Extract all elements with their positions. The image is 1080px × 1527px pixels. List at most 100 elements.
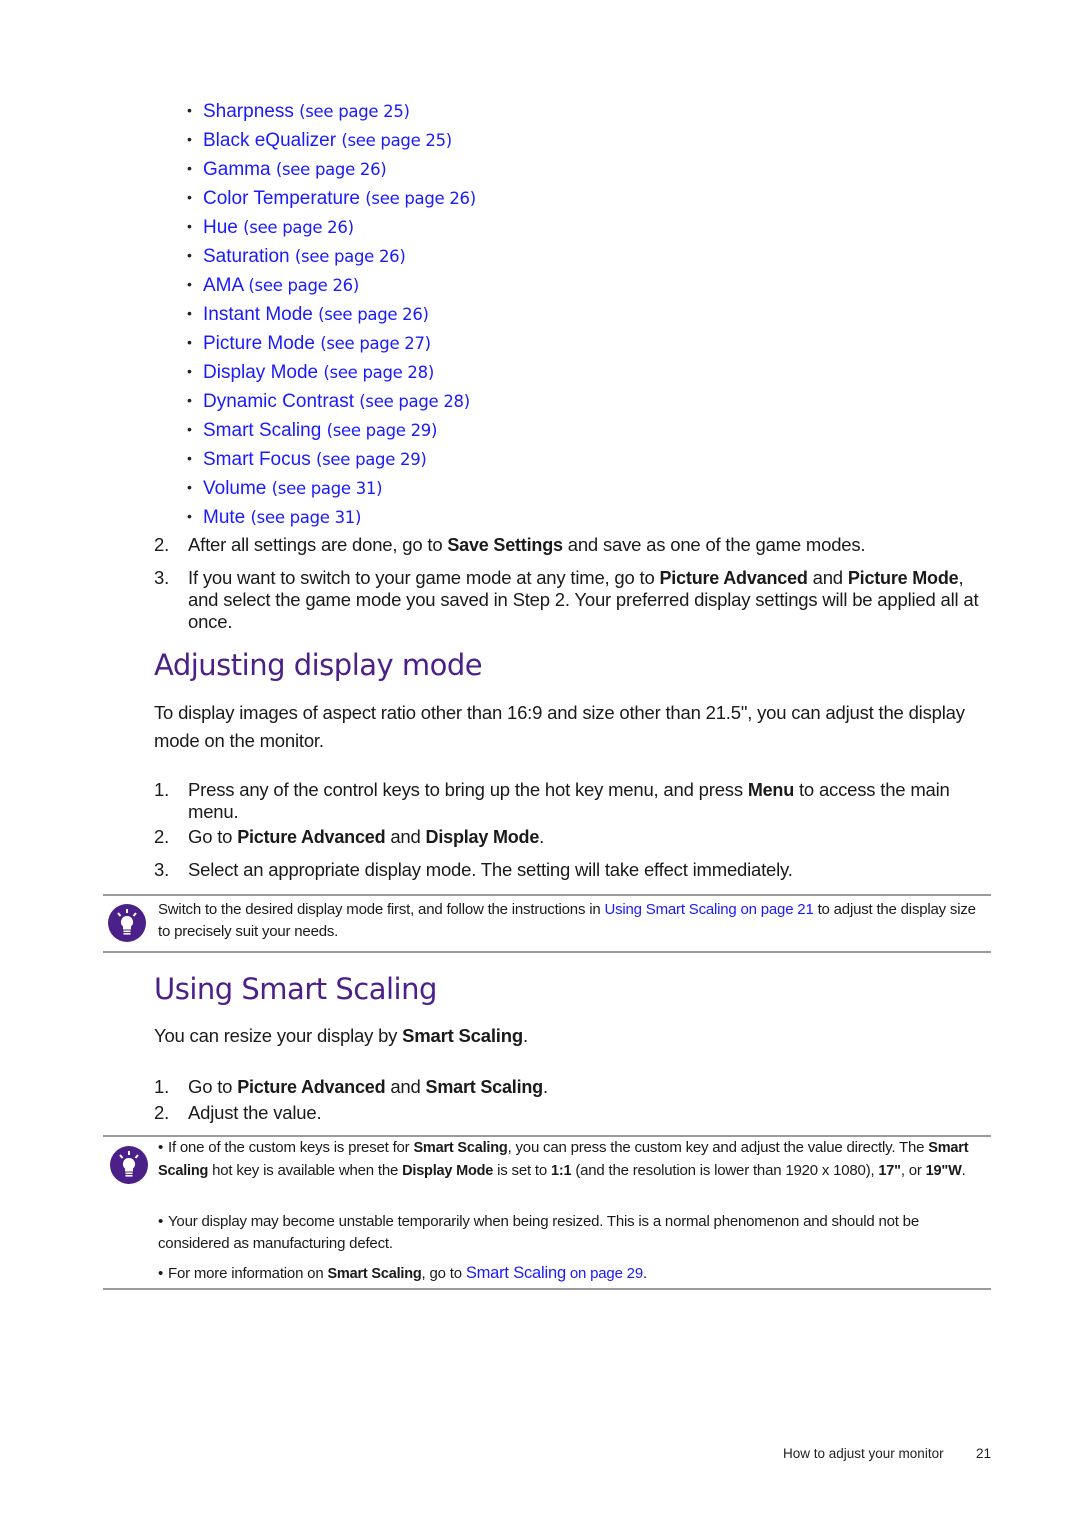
link-page-ref[interactable]: (see page 26) [295, 247, 406, 266]
link-sharpness[interactable]: Sharpness (see page 25) [203, 101, 410, 122]
link-label[interactable]: Smart Focus [203, 449, 311, 470]
menu-term: Picture Advanced [237, 827, 386, 847]
link-ama[interactable]: AMA (see page 26) [203, 275, 359, 296]
text: , go to [421, 1265, 466, 1282]
link-page-ref[interactable]: (see page 28) [359, 392, 470, 411]
bullet: • [158, 1265, 164, 1282]
step-text: Adjust the value. [188, 1102, 322, 1123]
link-label[interactable]: Smart Scaling [466, 1264, 566, 1282]
menu-term: Smart Scaling [425, 1077, 544, 1097]
link-page-ref[interactable]: (see page 29) [316, 450, 427, 469]
link-page-ref[interactable]: (see page 25) [341, 131, 452, 150]
menu-term: Display Mode [402, 1162, 494, 1179]
link-label[interactable]: Instant Mode [203, 304, 313, 325]
divider [103, 1288, 991, 1290]
link-gamma[interactable]: Gamma (see page 26) [203, 159, 387, 180]
text: and [807, 567, 848, 588]
link-color-temperature[interactable]: Color Temperature (see page 26) [203, 188, 476, 209]
list-item: • Instant Mode (see page 26) [187, 300, 476, 329]
link-black-equalizer[interactable]: Black eQualizer (see page 25) [203, 130, 452, 151]
step-number: 3. [154, 567, 170, 588]
bullet: • [187, 218, 192, 234]
bullet: • [187, 334, 192, 350]
link-display-mode[interactable]: Display Mode (see page 28) [203, 362, 434, 383]
link-using-smart-scaling[interactable]: Using Smart Scaling on page 21 [604, 901, 813, 918]
link-page-ref[interactable]: (see page 26) [318, 305, 429, 324]
bullet: • [187, 450, 192, 466]
menu-term: Save Settings [447, 535, 563, 555]
link-smart-scaling[interactable]: Smart Scaling (see page 29) [203, 420, 437, 441]
tip-note-more-info: • For more information on Smart Scaling, … [158, 1263, 983, 1286]
text: Press any of the control keys to bring u… [188, 779, 748, 800]
menu-term: Smart Scaling [327, 1266, 422, 1282]
list-item: • Smart Focus (see page 29) [187, 445, 476, 474]
text: , you can press the custom key and adjus… [507, 1139, 929, 1156]
link-label[interactable]: Volume [203, 478, 266, 499]
text: . [539, 826, 545, 847]
link-label[interactable]: Black eQualizer [203, 130, 336, 151]
list-item: • Mute (see page 31) [187, 503, 476, 532]
divider [103, 894, 991, 896]
link-mute[interactable]: Mute (see page 31) [203, 507, 361, 528]
link-label[interactable]: Saturation [203, 246, 290, 267]
text: and [385, 826, 426, 847]
text: If you want to switch to your game mode … [188, 567, 660, 588]
tip-note-custom-key: • If one of the custom keys is preset for… [158, 1137, 983, 1182]
link-page-ref[interactable]: (see page 26) [243, 218, 354, 237]
smart-scaling-step-1: 1. Go to Picture Advanced and Smart Scal… [154, 1076, 984, 1098]
link-page-ref[interactable]: (see page 31) [251, 508, 362, 527]
link-label[interactable]: Picture Mode [203, 333, 315, 354]
link-hue[interactable]: Hue (see page 26) [203, 217, 354, 238]
bullet: • [187, 363, 192, 379]
link-page-ref[interactable]: (see page 26) [365, 189, 476, 208]
bullet: • [187, 479, 192, 495]
menu-term: Picture Advanced [659, 568, 808, 588]
link-page-ref[interactable]: (see page 29) [327, 421, 438, 440]
link-page-ref[interactable]: on page 29 [566, 1265, 643, 1282]
list-item: • Hue (see page 26) [187, 213, 476, 242]
link-page-ref[interactable]: (see page 25) [299, 102, 410, 121]
step-text: If you want to switch to your game mode … [188, 567, 984, 633]
link-label[interactable]: AMA [203, 275, 243, 296]
link-page-ref[interactable]: (see page 31) [272, 479, 383, 498]
text: . [642, 1265, 647, 1282]
game-step-2: 2. After all settings are done, go to Sa… [154, 534, 984, 556]
link-label[interactable]: Sharpness [203, 101, 294, 122]
text: and [385, 1076, 426, 1097]
link-label[interactable]: Hue [203, 217, 238, 238]
link-page-ref[interactable]: (see page 26) [248, 276, 359, 295]
text: You can resize your display by [154, 1025, 403, 1046]
bullet: • [187, 247, 192, 263]
link-label[interactable]: Display Mode [203, 362, 318, 383]
bullet: • [187, 160, 192, 176]
lightbulb-tip-icon [110, 1146, 148, 1184]
link-label[interactable]: Color Temperature [203, 188, 360, 209]
link-label[interactable]: Gamma [203, 159, 271, 180]
game-step-3: 3. If you want to switch to your game mo… [154, 567, 984, 633]
step-text: After all settings are done, go to Save … [188, 534, 984, 556]
step-number: 3. [154, 859, 170, 880]
bullet: • [187, 276, 192, 292]
heading-adjusting-display-mode: Adjusting display mode [154, 648, 483, 682]
link-smart-focus[interactable]: Smart Focus (see page 29) [203, 449, 427, 470]
link-volume[interactable]: Volume (see page 31) [203, 478, 383, 499]
link-label[interactable]: Smart Scaling [203, 420, 321, 441]
step-number: 2. [154, 826, 170, 847]
text: . [522, 1025, 528, 1046]
link-dynamic-contrast[interactable]: Dynamic Contrast (see page 28) [203, 391, 470, 412]
link-page-ref[interactable]: (see page 28) [323, 363, 434, 382]
link-label[interactable]: Dynamic Contrast [203, 391, 354, 412]
link-instant-mode[interactable]: Instant Mode (see page 26) [203, 304, 429, 325]
step-text: Go to Picture Advanced and Smart Scaling… [188, 1076, 984, 1098]
step-text: Select an appropriate display mode. The … [188, 859, 793, 880]
link-page-ref[interactable]: (see page 27) [320, 334, 431, 353]
link-label[interactable]: Mute [203, 507, 245, 528]
link-picture-mode[interactable]: Picture Mode (see page 27) [203, 333, 431, 354]
bullet: • [187, 131, 192, 147]
link-saturation[interactable]: Saturation (see page 26) [203, 246, 406, 267]
text: is set to [493, 1161, 551, 1179]
link-page-ref[interactable]: (see page 26) [276, 160, 387, 179]
divider [103, 951, 991, 953]
link-smart-scaling-page-29[interactable]: Smart Scaling on page 29 [466, 1264, 643, 1282]
text: and save as one of the game modes. [562, 534, 866, 555]
